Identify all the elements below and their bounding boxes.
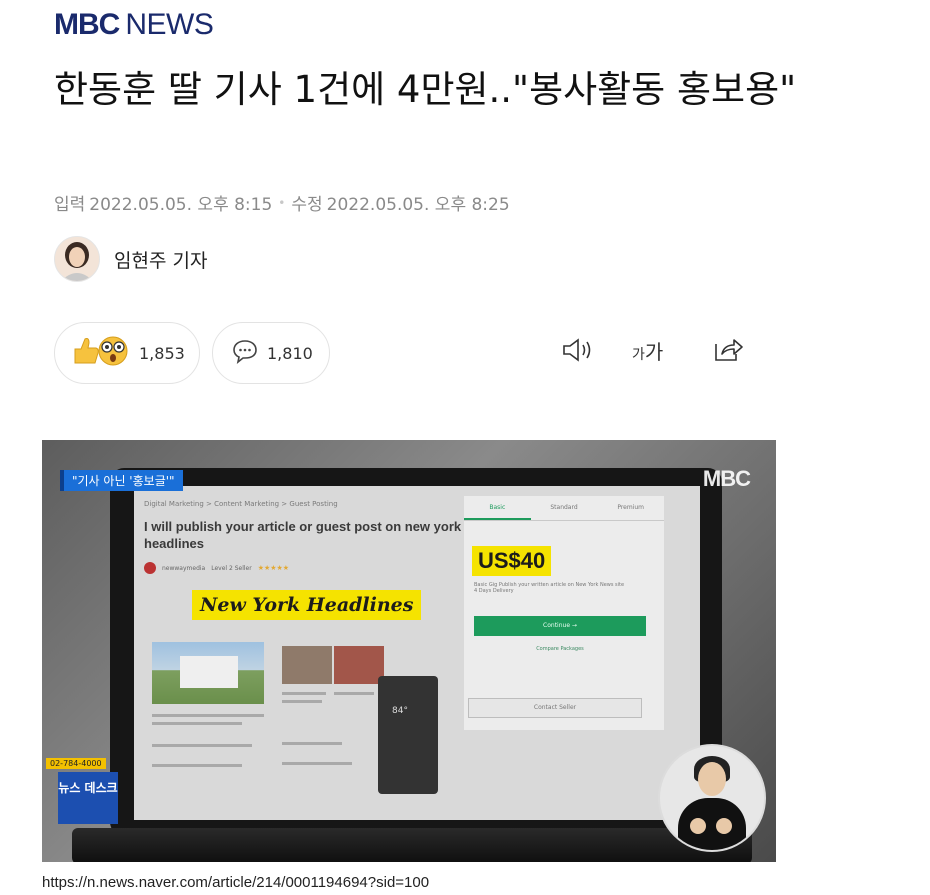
comment-icon: [231, 338, 259, 368]
seller-name: newwaymedia: [162, 564, 206, 572]
comment-count: 1,810: [267, 343, 313, 363]
seller-stars: ★★★★★: [257, 564, 290, 572]
new-york-headlines-highlight: New York Headlines: [192, 590, 422, 620]
text-line: [152, 764, 242, 767]
text-line: [334, 692, 374, 695]
reaction-button[interactable]: 1,853: [54, 322, 200, 384]
thumb-photo-2: [334, 646, 384, 684]
delivery-time: 4 Days Delivery: [474, 588, 514, 594]
share-icon[interactable]: [712, 336, 744, 369]
font-size-large: 가: [644, 340, 664, 364]
date-separator: •: [278, 195, 286, 210]
modified-label: 수정: [291, 195, 323, 215]
weather-widget: 84°: [378, 676, 438, 794]
price-highlight: US$40: [472, 546, 552, 576]
reporter-avatar: [54, 236, 100, 282]
seller-avatar: [144, 562, 156, 574]
source-url[interactable]: https://n.news.naver.com/article/214/000…: [42, 874, 429, 891]
seller-info: newwaymedia Level 2 Seller ★★★★★: [144, 562, 289, 574]
text-line: [282, 692, 326, 695]
news-desk-badge: 뉴스 데스크: [58, 772, 118, 824]
pricing-tabs: Basic Standard Premium: [464, 496, 664, 521]
seller-level: Level 2 Seller: [211, 564, 252, 572]
gig-title: I will publish your article or guest pos…: [144, 519, 462, 551]
article-dates: 입력 2022.05.05. 오후 8:15 • 수정 2022.05.05. …: [54, 190, 510, 215]
tip-phone-number: 02-784-4000: [46, 758, 106, 769]
laptop-screen: Digital Marketing > Content Marketing > …: [134, 486, 700, 820]
mbc-news-logo[interactable]: MBC NEWS: [54, 8, 214, 42]
continue-button: Continue →: [474, 616, 646, 636]
logo-mbc: MBC: [54, 8, 120, 41]
tab-standard: Standard: [550, 504, 578, 511]
text-line: [282, 700, 322, 703]
input-date: 2022.05.05. 오후 8:15: [89, 195, 273, 215]
input-label: 입력: [54, 195, 86, 215]
price-description: Basic Gig Publish your written article o…: [474, 582, 650, 594]
contact-seller-button: Contact Seller: [468, 698, 642, 718]
mbc-watermark: MBC: [702, 466, 751, 491]
tab-basic: Basic: [464, 496, 531, 520]
reaction-emoji-icon: [71, 333, 129, 373]
reporter-byline[interactable]: 임현주 기자: [54, 236, 207, 282]
comment-button[interactable]: 1,810: [212, 322, 330, 384]
text-line: [152, 714, 264, 717]
font-size-button[interactable]: 가가: [632, 336, 663, 365]
video-caption-tag: "기사 아닌 '홍보글'": [60, 470, 183, 491]
text-to-speech-icon[interactable]: [560, 336, 596, 369]
font-size-small: 가: [632, 347, 645, 363]
tab-premium: Premium: [617, 504, 645, 511]
modified-date: 2022.05.05. 오후 8:25: [326, 195, 510, 215]
text-line: [282, 762, 352, 765]
laptop-keyboard: [72, 828, 752, 862]
like-count: 1,853: [139, 343, 185, 363]
gig-breadcrumb: Digital Marketing > Content Marketing > …: [144, 500, 338, 508]
sign-language-interpreter: [658, 744, 766, 852]
article-headline: 한동훈 딸 기사 1건에 4만원.."봉사활동 홍보용": [54, 68, 797, 111]
text-line: [152, 722, 242, 725]
text-line: [282, 742, 342, 745]
text-line: [152, 744, 252, 747]
house-photo: [152, 642, 264, 704]
compare-packages-link: Compare Packages: [536, 646, 584, 652]
weather-temp: 84°: [392, 706, 408, 716]
news-video-still[interactable]: Digital Marketing > Content Marketing > …: [42, 440, 776, 862]
reporter-name: 임현주 기자: [114, 249, 208, 272]
thumb-photo-1: [282, 646, 332, 684]
pricing-panel: Basic Standard Premium US$40 Basic Gig P…: [464, 496, 664, 730]
logo-news: NEWS: [125, 8, 214, 41]
